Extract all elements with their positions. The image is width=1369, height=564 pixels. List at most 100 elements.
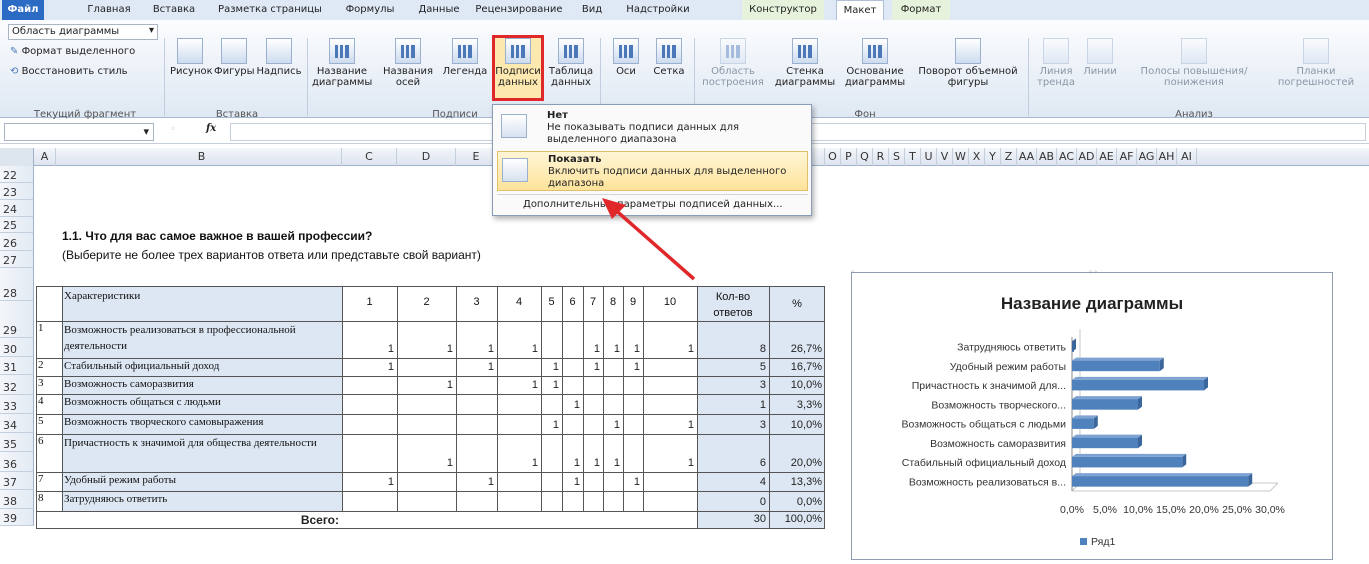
column-header-O[interactable]: O (825, 148, 841, 166)
item-text[interactable]: Возможность творческого самовыражения (64, 415, 340, 429)
answer-mark[interactable]: 1 (397, 379, 456, 391)
chart-area[interactable]: ⁘ ⁘⁘ Название диаграммы Возможность реали… (850, 269, 1333, 560)
answer-mark[interactable]: 1 (456, 361, 497, 373)
answer-mark[interactable]: 1 (342, 343, 397, 355)
answer-count[interactable]: 5 (697, 361, 769, 373)
column-header-AC[interactable]: AC (1057, 148, 1077, 166)
answer-mark[interactable]: 1 (562, 457, 583, 469)
row-header-30[interactable]: 30 (0, 338, 34, 357)
answer-mark[interactable]: 1 (643, 343, 697, 355)
column-header-Y[interactable]: Y (985, 148, 1001, 166)
answer-mark[interactable]: 1 (562, 476, 583, 488)
plot-area-button[interactable]: Область построения (698, 38, 768, 88)
cancel-icon[interactable]: ◦ (170, 124, 176, 135)
answer-mark[interactable]: 1 (541, 361, 562, 373)
textbox-button[interactable]: Надпись (256, 38, 302, 77)
column-header-AB[interactable]: AB (1037, 148, 1057, 166)
menu-item-show[interactable]: Показать Включить подписи данных для выд… (497, 151, 808, 191)
row-header-33[interactable]: 33 (0, 395, 34, 414)
hint-text[interactable]: (Выберите не более трех вариантов ответа… (62, 248, 481, 262)
ribbon-tab-0[interactable]: Файл (2, 0, 44, 20)
column-header-E[interactable]: E (456, 148, 497, 166)
total-count[interactable]: 30 (697, 513, 769, 525)
column-header-X[interactable]: X (969, 148, 985, 166)
answer-count[interactable]: 1 (697, 399, 769, 411)
answer-mark[interactable]: 1 (583, 343, 603, 355)
answer-mark[interactable]: 1 (562, 399, 583, 411)
header-num-8[interactable]: 8 (603, 296, 623, 308)
item-text[interactable]: Возможность реализоваться в профессионал… (64, 322, 340, 354)
updown-bars-button[interactable]: Полосы повышения/понижения (1124, 38, 1264, 88)
question-text[interactable]: 1.1. Что для вас самое важное в вашей пр… (62, 229, 372, 243)
column-header-AH[interactable]: AH (1157, 148, 1177, 166)
column-header-C[interactable]: C (342, 148, 397, 166)
header-num-3[interactable]: 3 (456, 296, 497, 308)
row-header-27[interactable]: 27 (0, 251, 34, 268)
item-number[interactable]: 5 (38, 415, 44, 427)
answer-mark[interactable]: 1 (583, 361, 603, 373)
ribbon-tab-1[interactable]: Главная (78, 0, 140, 20)
header-num-5[interactable]: 5 (541, 296, 562, 308)
answer-mark[interactable]: 1 (643, 419, 697, 431)
column-header-R[interactable]: R (873, 148, 889, 166)
total-percent[interactable]: 100,0% (769, 513, 825, 525)
item-number[interactable]: 2 (38, 359, 44, 371)
answer-mark[interactable]: 1 (623, 343, 643, 355)
item-text[interactable]: Возможность саморазвития (64, 377, 340, 391)
item-text[interactable]: Удобный режим работы (64, 473, 340, 487)
answer-mark[interactable]: 1 (342, 476, 397, 488)
item-number[interactable]: 6 (38, 435, 44, 447)
ribbon-tab-6[interactable]: Рецензирование (474, 0, 564, 20)
legend-button[interactable]: Легенда (440, 38, 490, 77)
item-text[interactable]: Причастность к значимой для общества дея… (64, 435, 340, 451)
axes-button[interactable]: Оси (606, 38, 646, 77)
answer-mark[interactable]: 1 (623, 361, 643, 373)
row-header-34[interactable]: 34 (0, 414, 34, 433)
row-header-35[interactable]: 35 (0, 433, 34, 452)
ribbon-tab-10[interactable]: Макет (836, 0, 884, 21)
grid-button[interactable]: Сетка (648, 38, 690, 77)
row-header-25[interactable]: 25 (0, 217, 34, 233)
header-num-4[interactable]: 4 (497, 296, 541, 308)
item-text[interactable]: Возможность общаться с людьми (64, 395, 340, 409)
answer-percent[interactable]: 20,0% (769, 457, 825, 469)
row-header-37[interactable]: 37 (0, 472, 34, 490)
answer-mark[interactable]: 1 (456, 476, 497, 488)
answer-mark[interactable]: 1 (397, 343, 456, 355)
ribbon-tab-8[interactable]: Надстройки (620, 0, 696, 20)
header-count[interactable]: Кол-во ответов (697, 289, 769, 321)
ribbon-tab-4[interactable]: Формулы (338, 0, 402, 20)
ribbon-tab-9[interactable]: Конструктор (742, 0, 824, 20)
column-header-AF[interactable]: AF (1117, 148, 1137, 166)
column-header-Z[interactable]: Z (1001, 148, 1017, 166)
answer-percent[interactable]: 3,3% (769, 399, 825, 411)
answer-mark[interactable]: 1 (497, 343, 541, 355)
column-header-AG[interactable]: AG (1137, 148, 1157, 166)
ribbon-tab-7[interactable]: Вид (572, 0, 612, 20)
ribbon-tab-5[interactable]: Данные (410, 0, 468, 20)
item-text[interactable]: Стабильный официальный доход (64, 359, 340, 373)
item-number[interactable]: 8 (38, 492, 44, 504)
name-box[interactable]: ▾ (4, 123, 154, 141)
item-number[interactable]: 7 (38, 473, 44, 485)
column-header-AA[interactable]: AA (1017, 148, 1037, 166)
column-header-S[interactable]: S (889, 148, 905, 166)
chart-element-dropdown[interactable]: Область диаграммы ▾ (8, 24, 158, 40)
column-header-P[interactable]: P (841, 148, 857, 166)
answer-percent[interactable]: 16,7% (769, 361, 825, 373)
header-num-6[interactable]: 6 (562, 296, 583, 308)
total-label[interactable]: Всего: (62, 513, 342, 527)
ribbon-tab-2[interactable]: Вставка (146, 0, 202, 20)
lines-button[interactable]: Линии (1080, 38, 1120, 77)
item-number[interactable]: 4 (38, 395, 44, 407)
column-header-W[interactable]: W (953, 148, 969, 166)
answer-count[interactable]: 4 (697, 476, 769, 488)
chart-floor-button[interactable]: Основание диаграммы (840, 38, 910, 88)
row-header-38[interactable]: 38 (0, 490, 34, 509)
answer-mark[interactable]: 1 (342, 361, 397, 373)
answer-count[interactable]: 0 (697, 496, 769, 508)
row-header-26[interactable]: 26 (0, 233, 34, 251)
answer-mark[interactable]: 1 (643, 457, 697, 469)
answer-mark[interactable]: 1 (583, 457, 603, 469)
reset-style-button[interactable]: ⟲ Восстановить стиль (10, 66, 128, 77)
